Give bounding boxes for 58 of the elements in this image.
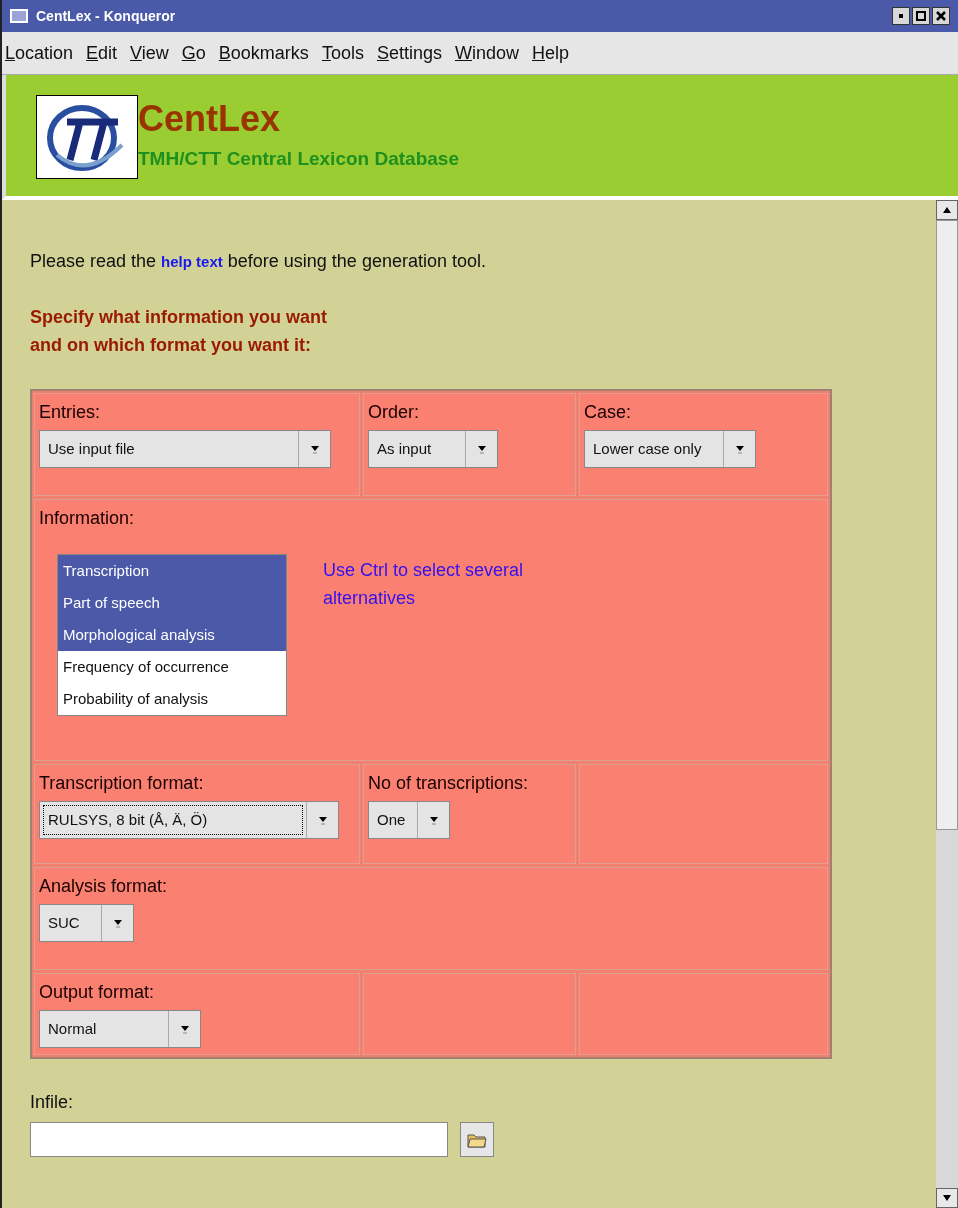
scroll-up-button[interactable] [936,200,958,220]
logo-icon [36,95,138,179]
field-label: Information: [39,507,136,530]
dropdown[interactable]: RULSYS, 8 bit (Å, Ä, Ö) [39,801,339,839]
up-arrow-icon [942,206,952,214]
field-label: Analysis format: [39,875,169,898]
field-label: Case: [584,401,633,424]
dropdown[interactable]: Lower case only [584,430,756,468]
list-option[interactable]: Part of speech [58,587,286,619]
caret-icon [309,444,320,454]
caret-icon [428,815,439,825]
menu-item[interactable]: Window [454,39,519,67]
down-arrow-icon [942,1194,952,1202]
browse-button[interactable] [460,1122,494,1157]
list-option[interactable]: Transcription [58,555,286,587]
menu-item[interactable]: Help [532,39,570,67]
close-icon [934,9,948,23]
maximize-button[interactable] [912,7,930,25]
list-box[interactable]: Transcription Part of speech Morphological analysis Frequency of occurrence Probability of analysis [57,554,287,716]
dropdown[interactable]: Use input file [39,430,331,468]
scrollbar-thumb[interactable] [936,220,958,830]
site-subtitle: TMH/CTT Central Lexicon Database [138,147,459,171]
scroll-down-button[interactable] [936,1188,958,1208]
menu-item[interactable]: Tools [321,39,364,67]
file-path-field[interactable] [30,1122,448,1157]
field-label: No of transcriptions: [368,772,530,795]
field-label: Entries: [39,401,102,424]
dropdown[interactable]: As input [368,430,498,468]
caret-icon [476,444,487,454]
folder-icon [467,1131,487,1148]
menu-item[interactable]: Bookmarks [218,39,309,67]
field-label: Transcription format: [39,772,205,795]
dropdown[interactable]: One [368,801,450,839]
list-option[interactable]: Morphological analysis [58,619,286,651]
menu-item[interactable]: Location [5,39,74,67]
minimize-button[interactable] [892,7,910,25]
intro-text: Please read the help text before using the generation tool. [30,250,487,273]
caret-icon [112,918,123,928]
caret-icon [179,1024,190,1034]
menu-item[interactable]: Go [181,39,206,67]
caret-icon [734,444,745,454]
menu-item[interactable]: Edit [86,39,118,67]
close-button[interactable] [932,7,950,25]
help-link[interactable]: help text [161,253,223,270]
field-label: Output format: [39,981,156,1004]
site-title: CentLex [138,99,282,139]
field-label: Infile: [30,1091,75,1114]
dropdown[interactable]: SUC [39,904,134,942]
dropdown[interactable]: Normal [39,1010,201,1048]
maximize-icon [914,9,928,23]
caret-icon [317,815,328,825]
scrollbar[interactable] [936,200,958,1208]
menu-item[interactable]: View [130,39,169,67]
hint-text: Use Ctrl to select several alternatives [323,559,525,610]
menu-item[interactable]: Settings [376,39,442,67]
section-heading: Specify what information you want and on which format you want it: [30,306,329,357]
window-title: CentLex - Konqueror [36,6,176,26]
field-label: Order: [368,401,420,424]
